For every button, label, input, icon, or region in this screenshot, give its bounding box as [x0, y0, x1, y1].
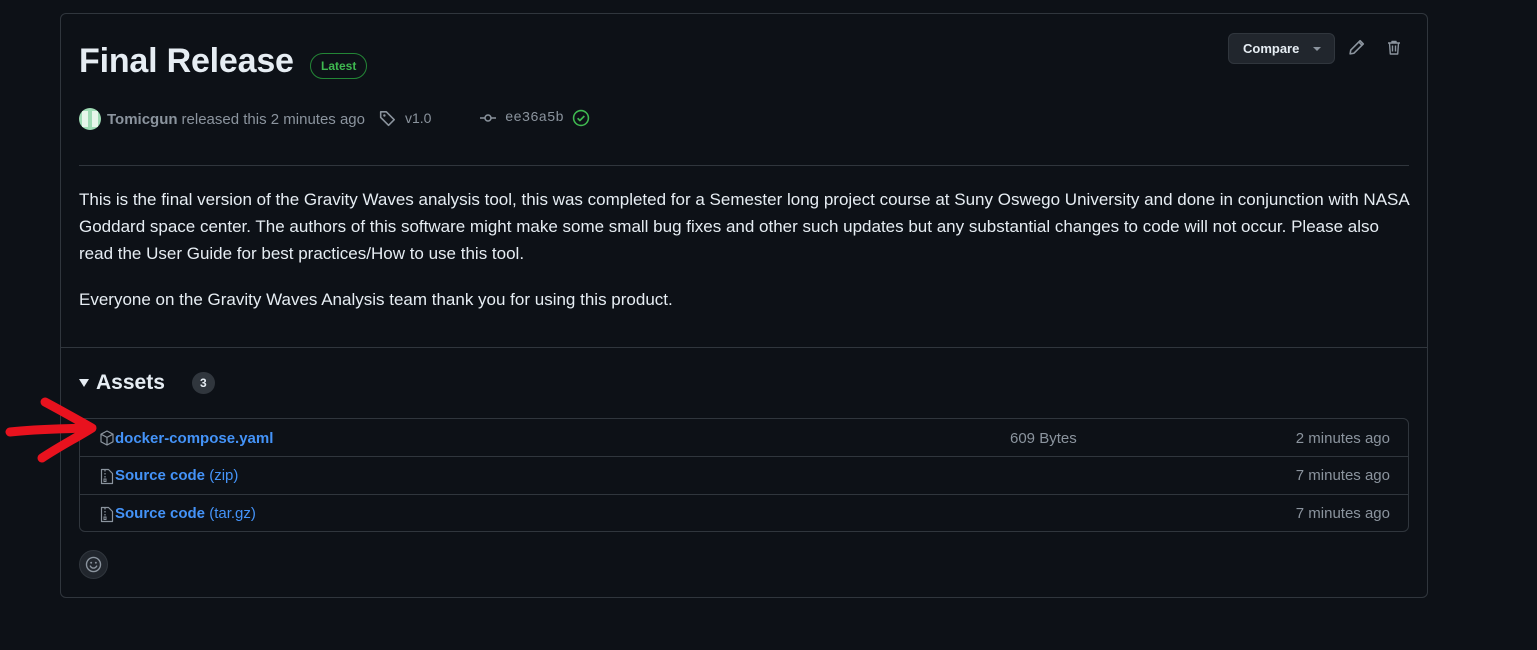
- header-divider: [79, 165, 1409, 166]
- asset-time: 7 minutes ago: [1295, 467, 1390, 484]
- released-time: released this 2 minutes ago: [181, 110, 365, 128]
- git-commit-icon: [480, 114, 496, 122]
- add-reaction-button[interactable]: [79, 550, 108, 579]
- smiley-icon: [85, 556, 102, 573]
- tag-link[interactable]: v1.0: [379, 109, 431, 127]
- red-arrow-annotation: [5, 397, 97, 463]
- release-card: Final Release Latest Compare Tomicgun re…: [60, 13, 1428, 598]
- verified-check-icon[interactable]: [572, 109, 590, 127]
- compare-button[interactable]: Compare: [1228, 33, 1335, 64]
- asset-time: 2 minutes ago: [1295, 429, 1390, 447]
- edit-release-button[interactable]: [1346, 37, 1366, 57]
- triangle-down-icon: [79, 379, 89, 387]
- commit-sha[interactable]: ee36a5b: [505, 110, 564, 126]
- delete-release-button[interactable]: [1384, 37, 1404, 57]
- file-zip-icon: [99, 467, 115, 485]
- release-notes: This is the final version of the Gravity…: [79, 186, 1409, 332]
- asset-link[interactable]: docker-compose.yaml: [115, 430, 273, 447]
- asset-time: 7 minutes ago: [1295, 505, 1390, 522]
- commit-link[interactable]: ee36a5b: [479, 109, 590, 127]
- asset-row: docker-compose.yaml 609 Bytes 2 minutes …: [80, 419, 1408, 457]
- release-notes-paragraph: This is the final version of the Gravity…: [79, 190, 1409, 263]
- file-zip-icon: [99, 505, 115, 523]
- asset-row: Source code (tar.gz) 7 minutes ago: [80, 494, 1408, 532]
- tag-icon: [379, 111, 395, 127]
- chevron-down-icon: [1313, 46, 1322, 51]
- release-title[interactable]: Final Release: [79, 42, 294, 81]
- avatar[interactable]: [79, 108, 101, 130]
- asset-link[interactable]: Source code (tar.gz): [115, 505, 256, 522]
- release-notes-paragraph: Everyone on the Gravity Waves Analysis t…: [79, 290, 673, 309]
- tag-name[interactable]: v1.0: [405, 110, 431, 126]
- assets-divider: [61, 347, 1427, 348]
- asset-size: 609 Bytes: [1010, 429, 1077, 447]
- asset-link[interactable]: Source code (zip): [115, 467, 238, 484]
- pencil-icon: [1348, 39, 1364, 55]
- asset-row: Source code (zip) 7 minutes ago: [80, 456, 1408, 494]
- latest-badge: Latest: [310, 53, 368, 79]
- release-meta: Tomicgun released this 2 minutes ago: [79, 108, 365, 130]
- trash-icon: [1388, 40, 1400, 55]
- author-link[interactable]: Tomicgun: [107, 111, 178, 128]
- assets-list: docker-compose.yaml 609 Bytes 2 minutes …: [79, 418, 1409, 532]
- compare-label: Compare: [1243, 41, 1300, 56]
- assets-count-badge: 3: [191, 372, 215, 394]
